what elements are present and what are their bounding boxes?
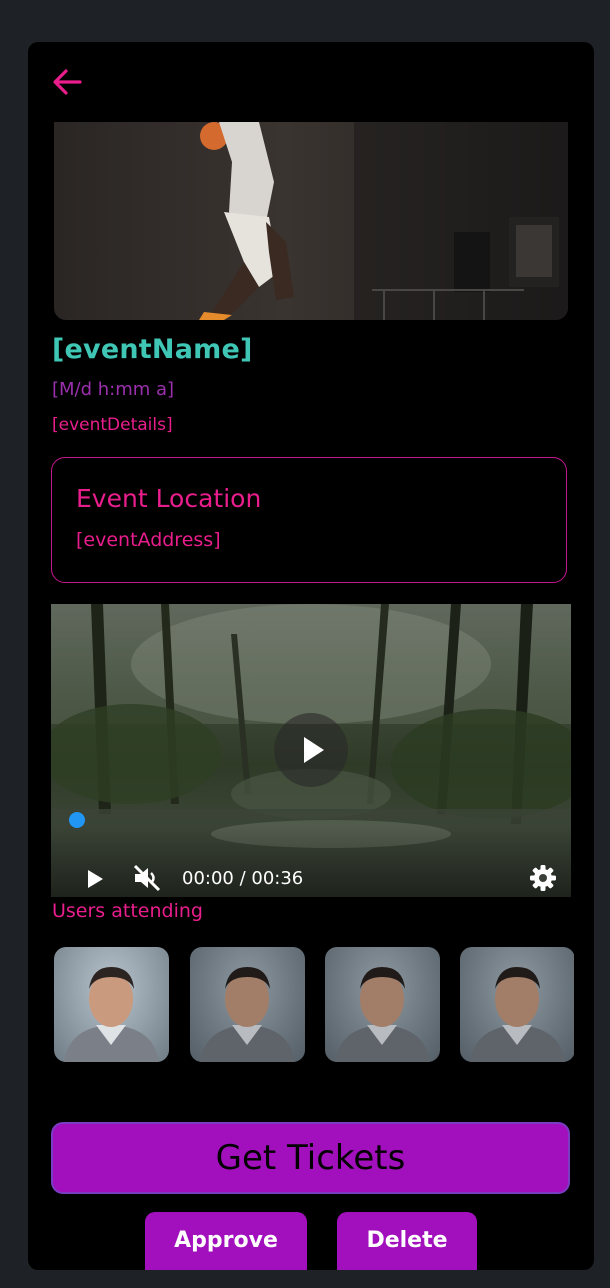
settings-button[interactable]	[527, 862, 559, 894]
event-hero-image	[54, 122, 568, 320]
play-icon	[88, 870, 103, 888]
event-name: [eventName]	[52, 334, 253, 365]
attendee-avatar[interactable]	[190, 947, 305, 1062]
delete-button[interactable]: Delete	[337, 1212, 477, 1270]
get-tickets-button[interactable]: Get Tickets	[51, 1122, 570, 1194]
event-detail-screen: [eventName] [M/d h:mm a] [eventDetails] …	[28, 42, 594, 1270]
video-controls: 00:00 / 00:36	[51, 826, 571, 897]
video-time: 00:00 / 00:36	[182, 868, 304, 889]
event-location-card[interactable]: Event Location [eventAddress]	[51, 457, 567, 583]
users-attending-label: Users attending	[52, 900, 203, 922]
arrow-left-icon	[53, 69, 82, 95]
back-button[interactable]	[50, 64, 86, 100]
video-progress-handle[interactable]	[69, 812, 85, 828]
location-address: [eventAddress]	[76, 529, 221, 551]
attendee-avatar[interactable]	[460, 947, 574, 1062]
play-icon	[304, 737, 324, 763]
video-progress-bar[interactable]	[69, 812, 547, 828]
play-button[interactable]	[79, 864, 109, 894]
volume-muted-icon	[133, 864, 161, 892]
approve-button[interactable]: Approve	[145, 1212, 307, 1270]
mute-button[interactable]	[131, 862, 163, 894]
location-title: Event Location	[76, 484, 262, 513]
center-play-button[interactable]	[274, 713, 348, 787]
attendee-list	[54, 947, 574, 1063]
event-video-player[interactable]: 00:00 / 00:36	[51, 604, 571, 897]
settings-icon	[530, 865, 556, 891]
event-details: [eventDetails]	[52, 415, 173, 435]
attendee-avatar[interactable]	[54, 947, 169, 1062]
event-date: [M/d h:mm a]	[52, 379, 175, 400]
attendee-avatar[interactable]	[325, 947, 440, 1062]
